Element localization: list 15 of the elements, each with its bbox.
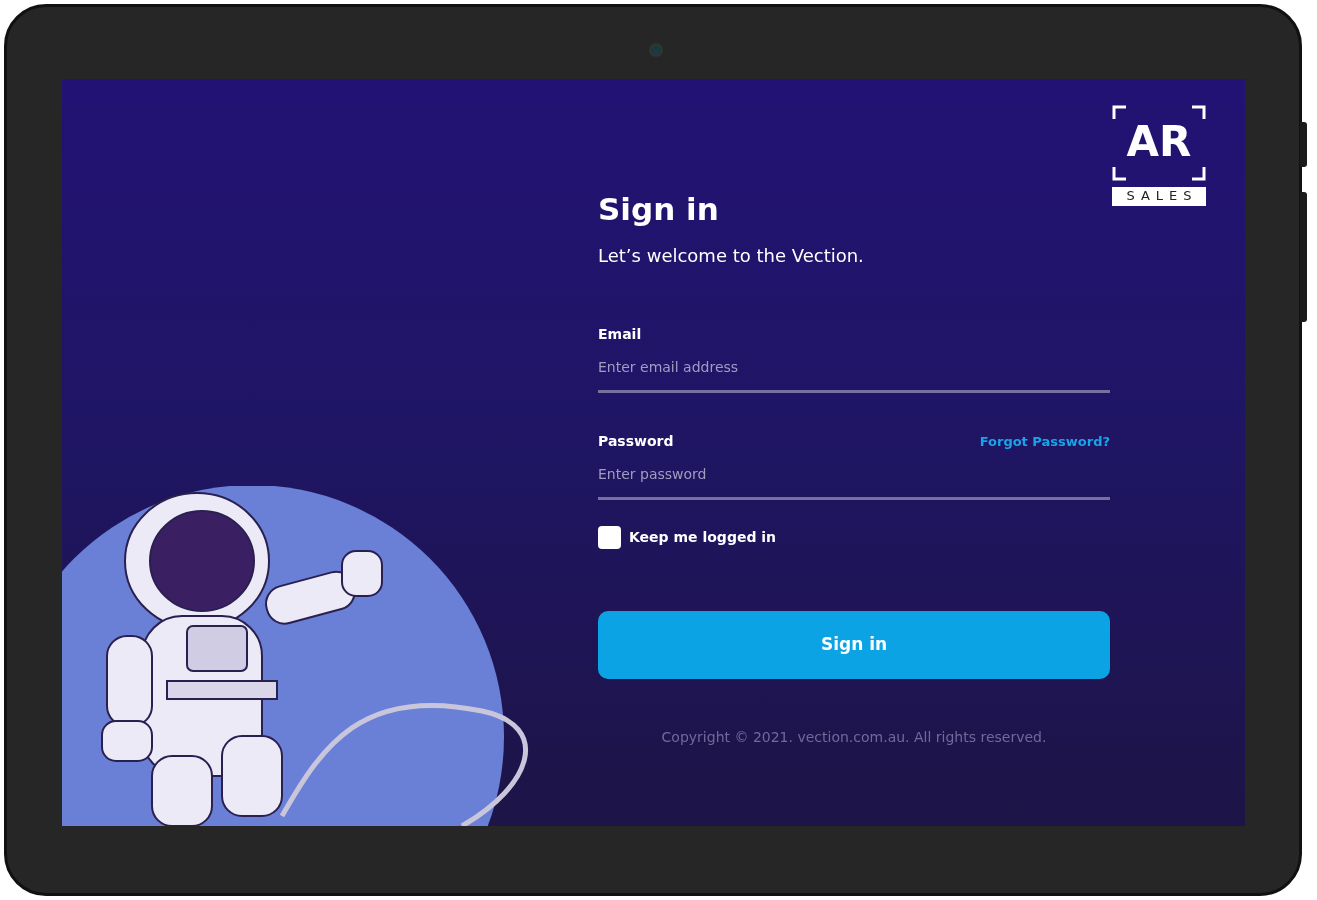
frame-corners-icon: [1112, 105, 1206, 181]
logo-subtitle: SALES: [1112, 187, 1206, 206]
logo-text: AR: [1126, 121, 1192, 163]
email-field[interactable]: Enter email address: [598, 345, 1110, 394]
field-label: Password: [598, 432, 674, 452]
password-field[interactable]: Enter password: [598, 452, 1110, 501]
copyright-text: Copyright © 2021. vection.com.au. All rights reserved.: [660, 728, 1048, 748]
page-title: Sign in: [598, 191, 720, 229]
checkbox[interactable]: [598, 526, 621, 550]
forgot-password-link[interactable]: Forgot Password?: [979, 431, 1110, 452]
field-label: Email: [598, 325, 642, 345]
checkbox-label: Keep me logged in: [629, 528, 777, 548]
page-subtitle: Let’s welcome to the Vection.: [598, 244, 865, 269]
camera-icon: [649, 43, 663, 57]
sign-in-button[interactable]: Sign in: [598, 611, 1110, 680]
